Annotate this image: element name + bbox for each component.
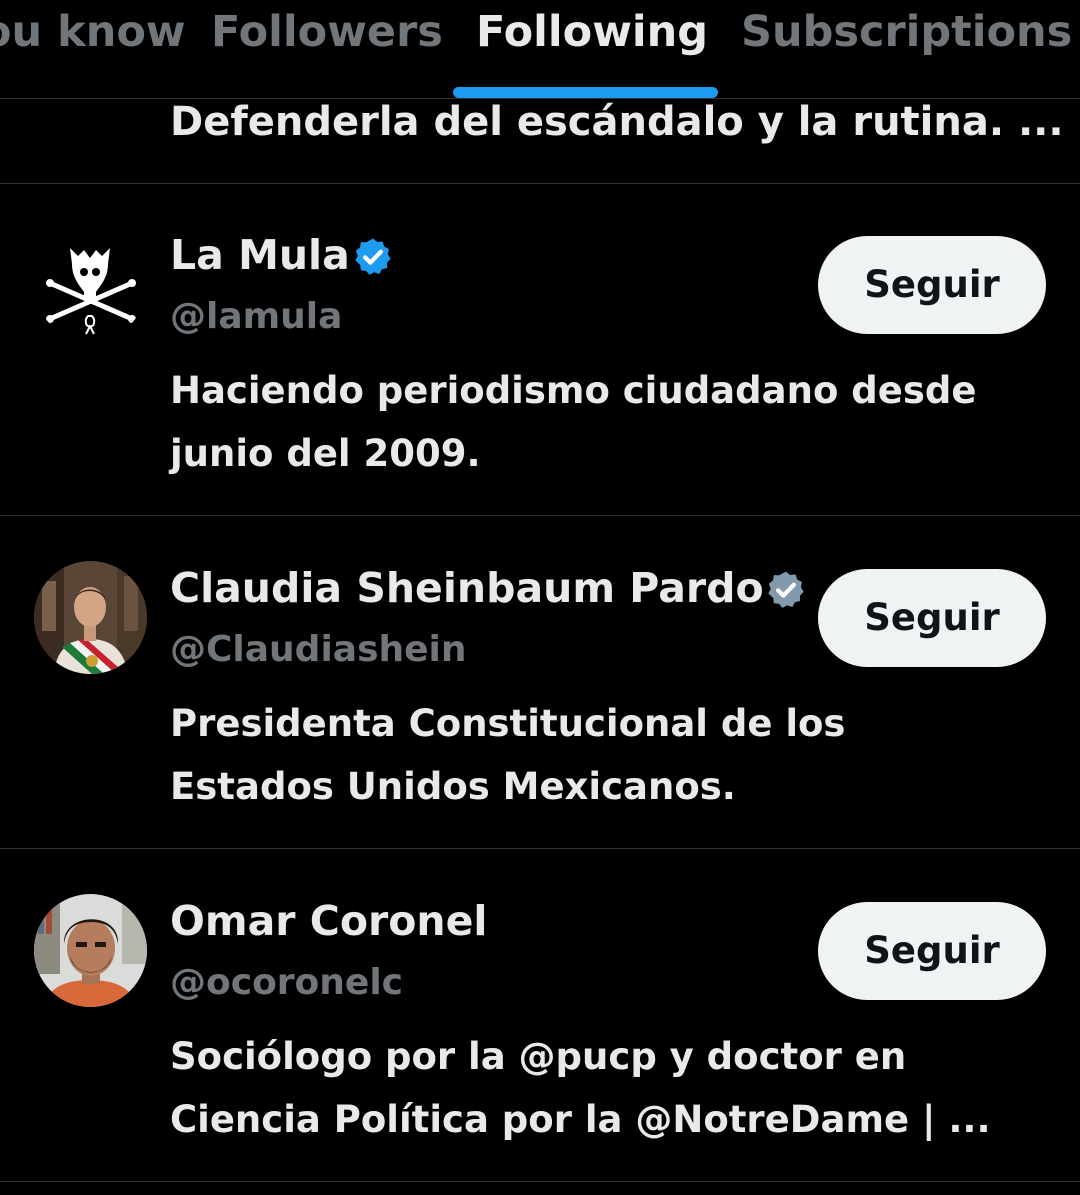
profile-photo-icon bbox=[34, 561, 147, 674]
display-name[interactable]: Claudia Sheinbaum Pardo bbox=[170, 563, 764, 613]
user-handle[interactable]: @ocoronelc bbox=[170, 960, 403, 1006]
follow-button[interactable]: Seguir bbox=[818, 902, 1046, 1000]
profile-photo-icon bbox=[34, 894, 147, 1007]
list-item[interactable]: Defenderla del escándalo y la rutina. ..… bbox=[0, 99, 1080, 184]
list-item[interactable]: Claudia Sheinbaum Pardo @Claudiashein Se… bbox=[0, 517, 1080, 849]
skull-crossbones-logo-icon bbox=[46, 248, 136, 335]
follow-button[interactable]: Seguir bbox=[818, 569, 1046, 667]
active-tab-indicator bbox=[453, 87, 718, 98]
verified-badge-icon bbox=[355, 238, 391, 275]
tab-following[interactable]: Following bbox=[476, 6, 708, 58]
user-handle[interactable]: @lamula bbox=[170, 294, 342, 340]
avatar[interactable] bbox=[34, 228, 147, 341]
avatar[interactable] bbox=[34, 894, 147, 1007]
list-item[interactable]: Omar Coronel @ocoronelc Seguir Sociólogo… bbox=[0, 850, 1080, 1182]
list-item[interactable]: La Mula @lamula Seguir Haciendo periodis… bbox=[0, 184, 1080, 516]
display-name[interactable]: La Mula bbox=[170, 230, 350, 280]
display-name[interactable]: Omar Coronel bbox=[170, 896, 487, 946]
tab-subscriptions[interactable]: Subscriptions bbox=[741, 6, 1072, 58]
user-bio-line: Presidenta Constitucional de los bbox=[170, 702, 846, 745]
follow-button[interactable]: Seguir bbox=[818, 236, 1046, 334]
avatar[interactable] bbox=[34, 561, 147, 674]
verified-government-badge-icon bbox=[768, 571, 804, 608]
tab-followers[interactable]: Followers bbox=[211, 6, 443, 58]
user-bio-line: Haciendo periodismo ciudadano desde bbox=[170, 369, 977, 412]
user-bio-line: Ciencia Política por la @NotreDame | ... bbox=[170, 1098, 991, 1141]
user-bio-line: Sociólogo por la @pucp y doctor en bbox=[170, 1035, 907, 1078]
tab-you-know[interactable]: ou know bbox=[0, 6, 186, 58]
user-bio-line: Estados Unidos Mexicanos. bbox=[170, 765, 736, 808]
user-handle[interactable]: @Claudiashein bbox=[170, 627, 467, 673]
user-bio: Defenderla del escándalo y la rutina. ..… bbox=[170, 99, 1064, 145]
profile-tab-bar: ou know Followers Following Subscription… bbox=[0, 0, 1080, 99]
user-bio-line: junio del 2009. bbox=[170, 432, 481, 475]
